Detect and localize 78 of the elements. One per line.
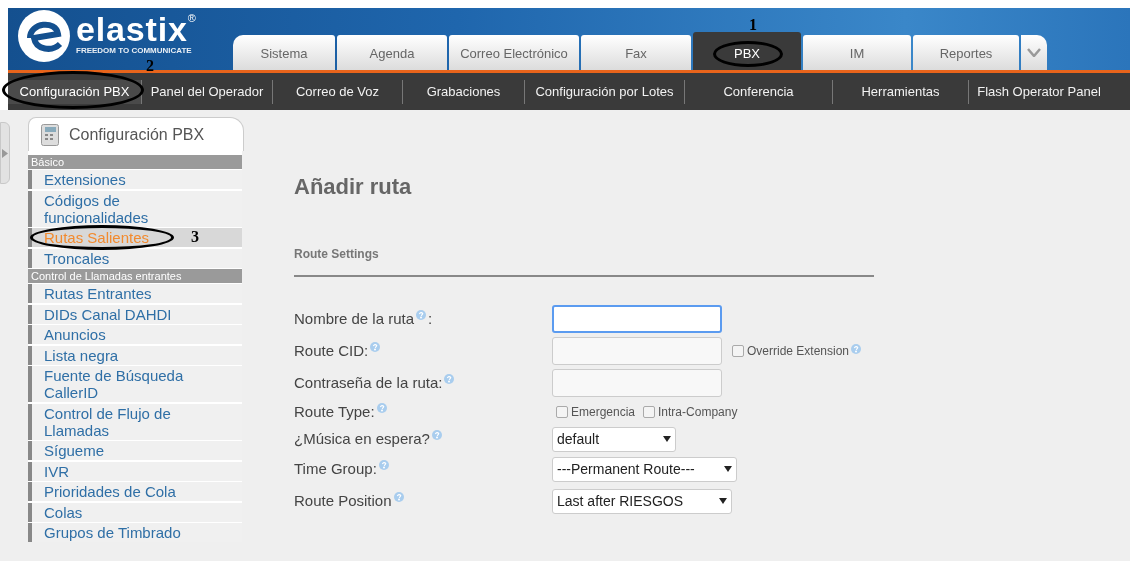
logo-text: elastix	[76, 12, 188, 46]
section-header: Route Settings	[294, 241, 874, 277]
subnav-link[interactable]: Configuración PBX	[8, 79, 142, 104]
checkbox-label: Intra-Company	[658, 404, 738, 421]
field-label: Route Type:	[294, 401, 375, 422]
dropdown[interactable]: default	[552, 426, 676, 452]
help-icon[interactable]	[851, 344, 862, 354]
dropdown-arrow-icon	[724, 466, 732, 472]
field-label: Time Group:	[294, 458, 377, 479]
checkbox[interactable]	[556, 406, 568, 418]
sidebar-item[interactable]: Códigos de funcionalidades	[28, 190, 242, 227]
text-input[interactable]	[552, 337, 722, 365]
sidebar-item[interactable]: Anuncios	[28, 325, 242, 344]
checkbox[interactable]	[732, 345, 744, 357]
field-label: Route CID:	[294, 340, 369, 361]
chevron-down-icon	[1027, 48, 1041, 57]
sidebar-title: Configuración PBX	[69, 124, 205, 145]
nav-tab[interactable]: Agenda	[337, 35, 447, 70]
field-label: Nombre de la ruta	[294, 308, 415, 329]
field-label-colon: :	[428, 308, 433, 329]
sidebar-item[interactable]: Prioridades de Cola	[28, 482, 242, 501]
sidebar-item[interactable]: Grupos de Timbrado	[28, 523, 242, 542]
sidebar-group-header: Control de Llamadas entrantes	[28, 269, 242, 283]
annotation-ellipse	[713, 41, 783, 67]
help-icon[interactable]	[378, 459, 389, 470]
sidebar-item[interactable]: IVR	[28, 461, 242, 481]
subnav-link[interactable]: Panel del Operador	[142, 79, 273, 104]
sidebar-item[interactable]: Rutas Entrantes	[28, 284, 242, 303]
logo-tagline: FREEDOM TO COMMUNICATE	[76, 46, 193, 55]
subnav-link[interactable]: Herramientas	[833, 79, 969, 104]
sidebar-item[interactable]: Sígueme	[28, 441, 242, 460]
dropdown[interactable]: Last after RIESGOS	[552, 488, 732, 514]
logo-icon	[16, 8, 72, 64]
nav-tab[interactable]: Sistema	[233, 35, 335, 70]
subnav-link[interactable]: Flash Operator Panel	[969, 79, 1109, 104]
collapse-handle[interactable]	[0, 122, 10, 184]
checkbox-label: Override Extension	[747, 343, 850, 360]
registered-mark: ®	[187, 12, 196, 24]
dropdown-arrow-icon	[663, 436, 671, 442]
sidebar-item[interactable]: Colas	[28, 502, 242, 522]
field-label: Contraseña de la ruta:	[294, 372, 443, 393]
help-icon[interactable]	[416, 309, 427, 320]
sidebar-item[interactable]: Control de Flujo de Llamadas	[28, 403, 242, 440]
annotation-number: 3	[191, 228, 199, 246]
annotation-number: 2	[146, 57, 154, 76]
dropdown-arrow-icon	[719, 498, 727, 504]
sidebar-item[interactable]: Troncales	[28, 248, 242, 268]
subnav-link[interactable]: Conferencia	[685, 79, 833, 104]
help-icon[interactable]	[444, 373, 455, 384]
sidebar-item[interactable]: Extensiones	[28, 170, 242, 189]
nav-tab[interactable]: PBX	[693, 32, 801, 70]
help-icon[interactable]	[370, 341, 381, 352]
sidebar-item[interactable]: Lista negra	[28, 345, 242, 365]
subnav-link[interactable]: Correo de Voz	[273, 79, 403, 104]
help-icon[interactable]	[431, 429, 442, 440]
nav-tab[interactable]: Correo Electrónico	[449, 35, 579, 70]
phone-icon	[41, 123, 59, 146]
nav-tab[interactable]: Reportes	[913, 35, 1019, 70]
sidebar-group-header: Básico	[28, 155, 242, 169]
nav-tab[interactable]: IM	[803, 35, 911, 70]
page-title: Añadir ruta	[294, 173, 413, 201]
field-label: ¿Música en espera?	[294, 428, 430, 449]
expand-icon	[2, 149, 8, 158]
field-label: Route Position	[294, 490, 392, 511]
annotation-number: 1	[749, 16, 757, 34]
checkbox[interactable]	[643, 406, 656, 418]
text-input[interactable]	[552, 305, 722, 333]
subnav-link[interactable]: Configuración por Lotes	[525, 79, 685, 104]
nav-tab[interactable]: Fax	[581, 35, 691, 70]
text-input[interactable]	[552, 369, 722, 397]
subnav-link[interactable]: Grabaciones	[403, 79, 525, 104]
dropdown[interactable]: ---Permanent Route---	[552, 456, 737, 482]
sidebar-item[interactable]: Fuente de Búsqueda CallerID	[28, 366, 242, 402]
help-icon[interactable]	[376, 402, 387, 413]
checkbox-label: Emergencia	[571, 404, 636, 421]
sidebar-item[interactable]: DIDs Canal DAHDI	[28, 304, 242, 324]
more-tabs-button[interactable]	[1021, 35, 1047, 70]
help-icon[interactable]	[393, 491, 404, 502]
